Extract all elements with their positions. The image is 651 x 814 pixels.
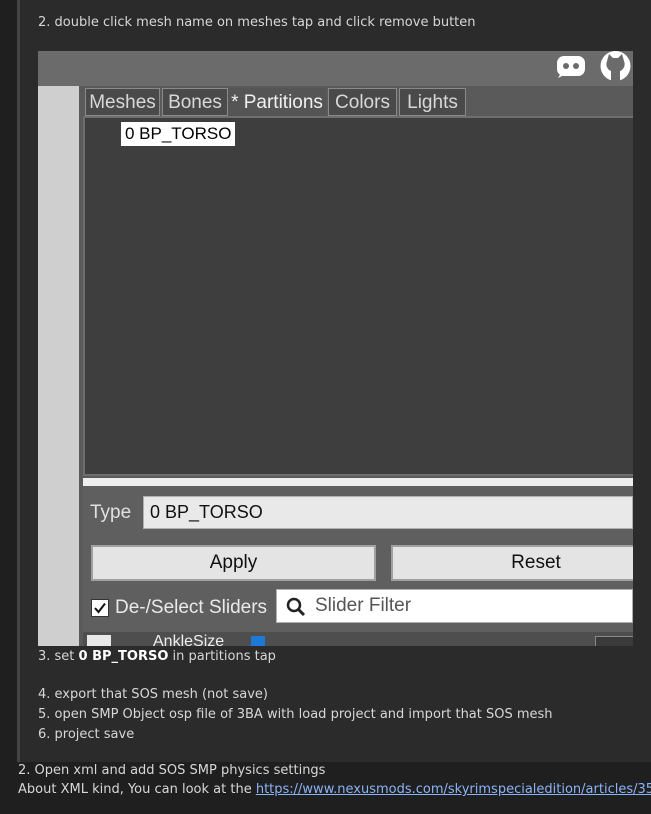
slider-row[interactable]: AnkleSize	[83, 632, 633, 646]
step-3: 3. set 0 BP_TORSO in partitions tap	[38, 649, 276, 664]
slider-pin-icon[interactable]	[87, 635, 111, 646]
tab-lights[interactable]: Lights	[399, 88, 466, 116]
discord-icon[interactable]	[555, 53, 587, 79]
deselect-sliders-label: De-/Select Sliders	[115, 597, 268, 618]
slider-color-swatch	[251, 636, 265, 646]
reset-button[interactable]: Reset	[391, 545, 633, 581]
tab-colors[interactable]: Colors	[328, 88, 397, 116]
panel-divider	[83, 478, 633, 486]
type-field[interactable]: 0 BP_TORSO	[143, 496, 633, 529]
main-step-2: 2. Open xml and add SOS SMP physics sett…	[18, 763, 326, 778]
about-xml: About XML kind, You can look at the http…	[18, 782, 651, 798]
deselect-sliders-checkbox[interactable]	[91, 599, 109, 617]
slider-value-box[interactable]	[595, 636, 633, 646]
apply-button[interactable]: Apply	[91, 545, 376, 581]
nexus-article-link[interactable]: https://www.nexusmods.com/skyrimspeciale…	[256, 782, 651, 797]
slider-filter-placeholder: Slider Filter	[315, 595, 412, 616]
list-item[interactable]: 0 BP_TORSO	[121, 122, 236, 146]
step-5: 5. open SMP Object osp file of 3BA with …	[38, 707, 553, 722]
search-icon	[286, 597, 306, 617]
step-6: 6. project save	[38, 727, 135, 742]
tab-partitions[interactable]: * Partitions	[228, 88, 326, 116]
app-screenshot: Meshes Bones * Partitions Colors Lights …	[38, 51, 633, 646]
slider-name: AnkleSize	[153, 633, 225, 646]
app-topbar	[38, 51, 633, 86]
github-icon[interactable]	[598, 51, 633, 81]
slider-filter-input[interactable]: Slider Filter	[276, 589, 633, 623]
app-left-strip	[38, 86, 79, 646]
step-double-click: 2. double click mesh name on meshes tap …	[38, 15, 476, 30]
step-4: 4. export that SOS mesh (not save)	[38, 687, 268, 702]
tab-meshes[interactable]: Meshes	[85, 88, 160, 116]
tab-bones[interactable]: Bones	[162, 88, 228, 116]
checkmark-icon	[94, 602, 106, 614]
type-label: Type	[90, 502, 132, 523]
partition-list[interactable]: 0 BP_TORSO	[83, 116, 633, 476]
